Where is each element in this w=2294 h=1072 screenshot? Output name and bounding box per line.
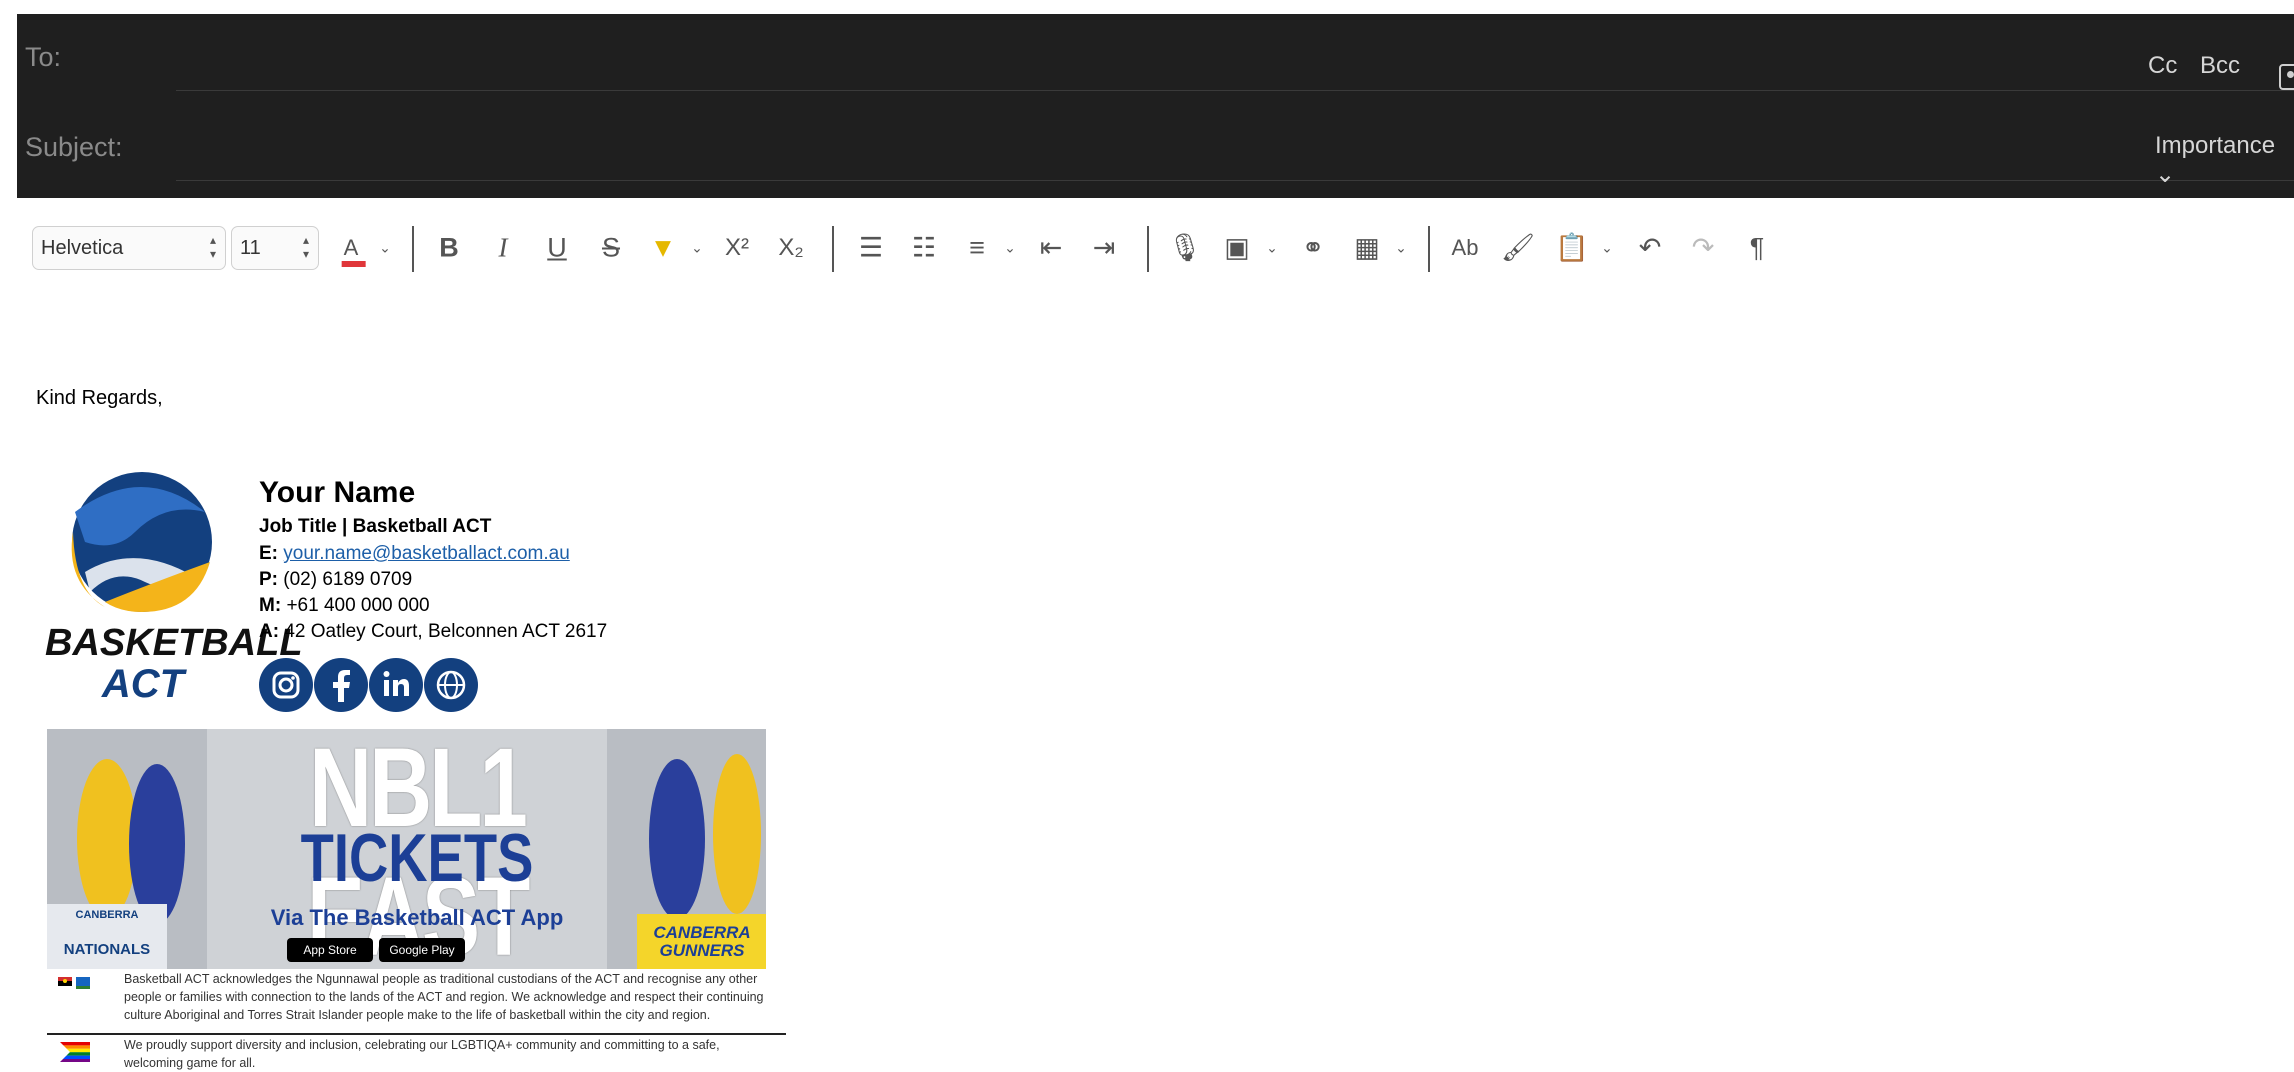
chevron-down-icon: ⌄ — [2155, 161, 2176, 188]
to-label: To: — [25, 42, 62, 72]
italic-icon[interactable]: I — [499, 234, 508, 262]
importance-button[interactable]: Importance ⌄ — [2155, 132, 2294, 189]
subject-label: Subject: — [25, 132, 123, 162]
format-painter-icon[interactable]: 🖌 — [1501, 234, 1535, 262]
gunners-badge: CANBERRA GUNNERS — [653, 923, 751, 960]
signature-email-row: E: your.name@basketballact.com.au — [259, 543, 570, 565]
formatting-toolbar: Helvetica ▴ ▾ 11 ▴ ▾ A ⌄ B I U S ▼ ⌄ X² X₂… — [17, 198, 2294, 298]
phone-value: (02) 6189 0709 — [283, 569, 413, 590]
signature-job-title: Job Title | Basketball ACT — [259, 516, 492, 537]
facebook-icon[interactable] — [314, 658, 368, 712]
chevron-down-icon[interactable]: ⌄ — [379, 240, 391, 257]
toolbar-separator — [1428, 226, 1430, 272]
instagram-icon[interactable] — [259, 658, 313, 712]
font-color-icon[interactable]: A — [341, 237, 366, 267]
spelling-icon[interactable]: Ab — [1452, 237, 1479, 259]
highlight-icon[interactable]: ▼ — [650, 234, 677, 262]
email-link[interactable]: your.name@basketballact.com.au — [283, 543, 570, 564]
nationals-badge: CANBERRA NATIONALS — [63, 909, 151, 958]
logo-line1: BASKETBALL — [45, 622, 303, 664]
flags-icon — [58, 975, 92, 995]
font-size-select[interactable]: 11 ▴ ▾ — [231, 226, 319, 270]
toolbar-separator — [832, 226, 834, 272]
undo-icon[interactable]: ↶ — [1639, 234, 1662, 262]
toolbar-separator — [1147, 226, 1149, 272]
app-store-badge[interactable]: App Store — [287, 938, 373, 962]
bullet-list-icon[interactable]: ☰ — [859, 234, 883, 262]
increase-indent-icon[interactable]: ⇥ — [1093, 234, 1116, 262]
logo-line2: ACT — [101, 662, 185, 706]
show-formatting-icon[interactable]: ¶ — [1750, 234, 1765, 262]
strikethrough-icon[interactable]: S — [602, 234, 620, 262]
mobile-label: M: — [259, 595, 282, 616]
font-size-value: 11 — [240, 237, 261, 259]
bcc-button[interactable]: Bcc — [2200, 52, 2240, 80]
signature-address-row: A: 42 Oatley Court, Belconnen ACT 2617 — [259, 621, 607, 643]
toolbar-separator — [412, 226, 414, 272]
address-label: A: — [259, 621, 280, 642]
chevron-down-icon[interactable]: ⌄ — [691, 240, 703, 257]
table-icon[interactable]: ▦ — [1354, 234, 1380, 262]
underline-icon[interactable]: U — [547, 234, 567, 262]
numbered-list-icon[interactable]: ☷ — [912, 234, 936, 262]
image-icon[interactable]: ▣ — [1224, 234, 1250, 262]
stepper-icon: ▴ ▾ — [209, 233, 217, 261]
inclusion-text: We proudly support diversity and inclusi… — [124, 1038, 720, 1070]
bold-icon[interactable]: B — [439, 234, 459, 262]
greeting-text: Kind Regards, — [36, 387, 163, 409]
font-family-value: Helvetica — [41, 237, 124, 259]
address-value: 42 Oatley Court, Belconnen ACT 2617 — [284, 621, 608, 642]
font-family-select[interactable]: Helvetica ▴ ▾ — [32, 226, 226, 270]
link-icon[interactable]: ⚭ — [1302, 234, 1325, 262]
dictate-icon[interactable]: 🎙 — [1168, 234, 1202, 262]
tickets-banner[interactable]: NBL1 EAST TICKETS Via The Basketball ACT… — [47, 729, 766, 969]
contacts-icon[interactable] — [2279, 64, 2294, 90]
email-label: E: — [259, 543, 278, 564]
signature-mobile-row: M: +61 400 000 000 — [259, 595, 430, 617]
chevron-down-icon[interactable]: ⌄ — [1266, 240, 1278, 257]
superscript-icon[interactable]: X² — [725, 236, 749, 260]
paste-icon[interactable]: 📋 — [1555, 234, 1589, 262]
cc-button[interactable]: Cc — [2148, 52, 2177, 80]
chevron-down-icon[interactable]: ⌄ — [1004, 240, 1016, 257]
mobile-value: +61 400 000 000 — [286, 595, 430, 616]
pride-flag-icon — [60, 1042, 90, 1062]
phone-label: P: — [259, 569, 278, 590]
stepper-icon: ▴ ▾ — [302, 233, 310, 261]
footer-divider — [47, 1033, 786, 1035]
align-icon[interactable]: ≡ — [969, 234, 985, 262]
google-play-badge[interactable]: Google Play — [379, 938, 465, 962]
linkedin-icon[interactable] — [369, 658, 423, 712]
chevron-down-icon[interactable]: ⌄ — [1601, 240, 1613, 257]
signature-phone-row: P: (02) 6189 0709 — [259, 569, 412, 591]
subject-field[interactable] — [176, 180, 2294, 181]
banner-tagline: Via The Basketball ACT App — [270, 905, 564, 930]
decrease-indent-icon[interactable]: ⇤ — [1040, 234, 1063, 262]
acknowledgement-text: Basketball ACT acknowledges the Ngunnawa… — [124, 972, 764, 1022]
basketball-act-logo: BASKETBALL ACT — [45, 472, 303, 708]
banner-subhead: TICKETS — [300, 820, 534, 896]
chevron-down-icon[interactable]: ⌄ — [1395, 240, 1407, 257]
to-field[interactable] — [176, 90, 2294, 91]
website-icon[interactable] — [424, 658, 478, 712]
redo-icon[interactable]: ↷ — [1692, 234, 1715, 262]
signature-name: Your Name — [259, 476, 416, 509]
compose-header: To: Cc Bcc Subject: Importance ⌄ — [17, 14, 2294, 198]
subscript-icon[interactable]: X₂ — [778, 236, 803, 260]
